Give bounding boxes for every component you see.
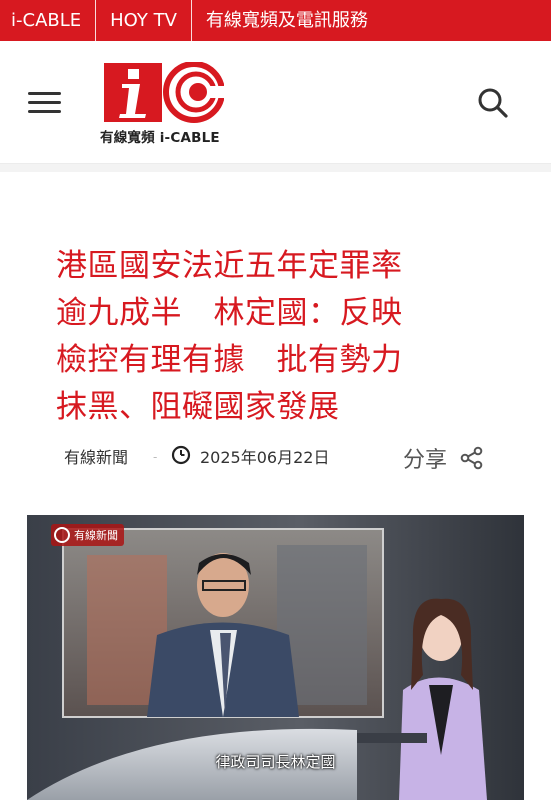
icable-logo-mark <box>102 62 224 123</box>
menu-line <box>28 92 61 95</box>
article-title: 港區國安法近五年定罪率 逾九成半 林定國：反映 檢控有理有據 批有勢力 抹黑、阻… <box>56 248 403 425</box>
topbar-link-icable[interactable]: i-CABLE <box>0 0 95 41</box>
logo-tagline: 有線寬頻 i-CABLE <box>100 130 220 146</box>
site-logo[interactable]: 有線寬頻 i-CABLE <box>100 62 226 146</box>
meta-separator: - <box>153 450 158 464</box>
channel-watermark: 有線新聞 <box>51 524 124 546</box>
topbar-link-broadband-telecom[interactable]: 有線寬頻及電訊服務 <box>192 0 382 41</box>
clock-icon <box>171 445 191 465</box>
site-header: 有線寬頻 i-CABLE <box>0 41 551 164</box>
video-subtitle: 律政司司長林定國 <box>215 753 336 771</box>
share-label: 分享 <box>403 448 448 473</box>
share-button[interactable]: 分享 <box>403 442 485 474</box>
article-source[interactable]: 有線新聞 <box>64 444 128 468</box>
menu-line <box>28 110 61 113</box>
article-date: 2025年06月22日 <box>200 448 330 467</box>
news-video-frame[interactable]: 有線新聞 律政司司長林定國 <box>27 515 524 800</box>
section-divider <box>0 164 551 172</box>
menu-line <box>28 101 61 104</box>
search-icon[interactable] <box>476 86 510 120</box>
share-icon <box>460 446 483 470</box>
channel-name: 有線新聞 <box>74 529 118 542</box>
topbar-link-hoytv[interactable]: HOY TV <box>96 0 191 41</box>
top-brand-bar: i-CABLE HOY TV 有線寬頻及電訊服務 <box>0 0 551 41</box>
article-meta: 有線新聞 - 2025年06月22日 分享 <box>0 438 551 478</box>
hamburger-menu-icon[interactable] <box>28 87 64 117</box>
channel-logo-icon <box>54 527 70 543</box>
